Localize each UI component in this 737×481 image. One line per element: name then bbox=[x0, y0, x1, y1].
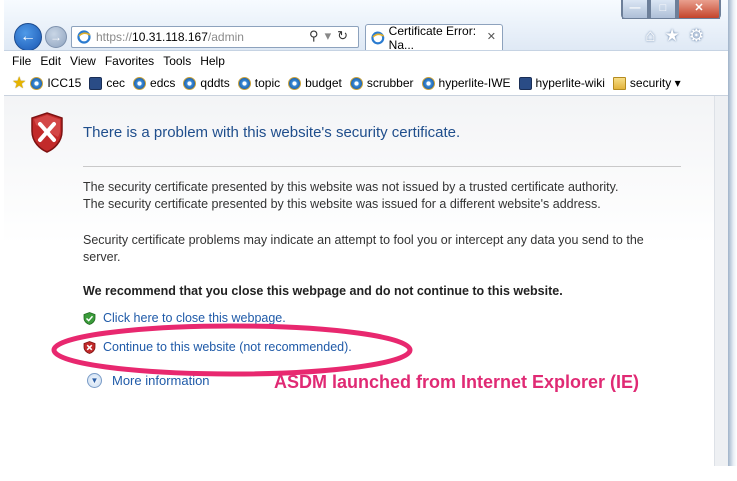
arrow-right-icon: → bbox=[50, 30, 62, 44]
menu-favorites[interactable]: Favorites bbox=[105, 54, 154, 68]
favorite-qddts[interactable]: qddts bbox=[183, 76, 230, 90]
favorite-cec[interactable]: cec bbox=[89, 76, 125, 90]
favorites-bar: ★ ICC15 cec edcs qddts topic budget scru… bbox=[4, 71, 728, 96]
url-host: 10.31.118.167 bbox=[132, 30, 208, 44]
shield-error-icon bbox=[31, 112, 63, 153]
menu-view[interactable]: View bbox=[70, 54, 96, 68]
window-controls: — □ ✕ bbox=[621, 0, 721, 19]
ie-icon bbox=[288, 76, 302, 90]
ie-icon bbox=[371, 31, 385, 44]
gear-icon[interactable]: ⚙ bbox=[689, 26, 704, 46]
favorite-edcs[interactable]: edcs bbox=[133, 76, 175, 90]
menu-bar: File Edit View Favorites Tools Help bbox=[4, 50, 728, 71]
favorites-star-icon[interactable]: ★ bbox=[665, 26, 680, 46]
page-content: There is a problem with this website's s… bbox=[4, 96, 715, 466]
page-title: There is a problem with this website's s… bbox=[83, 124, 461, 141]
url-protocol: https:// bbox=[96, 30, 133, 44]
menu-edit[interactable]: Edit bbox=[40, 54, 61, 68]
annotation-caption: ASDM launched from Internet Explorer (IE… bbox=[274, 372, 640, 392]
tab-certificate-error[interactable]: Certificate Error: Na... ✕ bbox=[365, 23, 503, 52]
vertical-scrollbar[interactable] bbox=[714, 96, 728, 466]
explanation-line-1: The security certificate presented by th… bbox=[83, 180, 619, 194]
browser-toolbar-icons: ⌂ ★ ⚙ bbox=[645, 26, 704, 46]
favorite-hyperlite-wiki[interactable]: hyperlite-wiki bbox=[518, 76, 605, 90]
home-icon[interactable]: ⌂ bbox=[645, 26, 655, 46]
dropdown-icon[interactable]: ▾ bbox=[325, 28, 338, 43]
favorite-budget[interactable]: budget bbox=[288, 76, 342, 90]
divider bbox=[83, 166, 681, 167]
favorite-scrubber[interactable]: scrubber bbox=[349, 76, 414, 90]
window-edge bbox=[728, 0, 737, 466]
ie-icon bbox=[77, 30, 91, 44]
ie-icon bbox=[237, 76, 251, 90]
ie-icon bbox=[183, 76, 197, 90]
maximize-button[interactable]: □ bbox=[649, 0, 677, 19]
address-bar[interactable]: https://10.31.118.167/admin ⚲▾↻ bbox=[71, 26, 359, 48]
close-window-button[interactable]: ✕ bbox=[677, 0, 721, 19]
tab-title: Certificate Error: Na... bbox=[388, 23, 477, 52]
recommendation-text: We recommend that you close this webpage… bbox=[83, 284, 563, 298]
highlight-ellipse bbox=[51, 323, 413, 377]
search-icon[interactable]: ⚲ bbox=[309, 28, 325, 43]
favorite-icc15[interactable]: ICC15 bbox=[30, 76, 81, 90]
tab-close-icon[interactable]: ✕ bbox=[487, 30, 496, 43]
menu-file[interactable]: File bbox=[12, 54, 31, 68]
forward-button[interactable]: → bbox=[45, 26, 67, 48]
ie-icon bbox=[133, 76, 147, 90]
page-icon bbox=[89, 76, 103, 90]
explanation-line-3: Security certificate problems may indica… bbox=[83, 233, 644, 264]
page-icon bbox=[518, 76, 532, 90]
address-actions: ⚲▾↻ bbox=[309, 28, 354, 44]
folder-icon bbox=[612, 76, 626, 90]
favorite-folder-security[interactable]: security ▾ bbox=[612, 76, 681, 90]
ie-icon bbox=[30, 76, 44, 90]
menu-help[interactable]: Help bbox=[200, 54, 225, 68]
explanation-line-2: The security certificate presented by th… bbox=[83, 197, 601, 211]
title-bar: — □ ✕ ← → https://10.31.118.167/admin ⚲▾… bbox=[4, 0, 728, 52]
favorites-add-icon[interactable]: ★ bbox=[12, 73, 26, 93]
back-button[interactable]: ← bbox=[14, 23, 42, 51]
favorite-hyperlite-iwe[interactable]: hyperlite-IWE bbox=[421, 76, 511, 90]
favorite-topic[interactable]: topic bbox=[237, 76, 280, 90]
refresh-icon[interactable]: ↻ bbox=[337, 28, 354, 43]
url-path: /admin bbox=[207, 30, 244, 44]
menu-tools[interactable]: Tools bbox=[163, 54, 191, 68]
ie-icon bbox=[349, 76, 363, 90]
ie-icon bbox=[421, 76, 435, 90]
minimize-button[interactable]: — bbox=[621, 0, 649, 19]
browser-window: — □ ✕ ← → https://10.31.118.167/admin ⚲▾… bbox=[4, 0, 729, 466]
arrow-left-icon: ← bbox=[20, 28, 36, 45]
